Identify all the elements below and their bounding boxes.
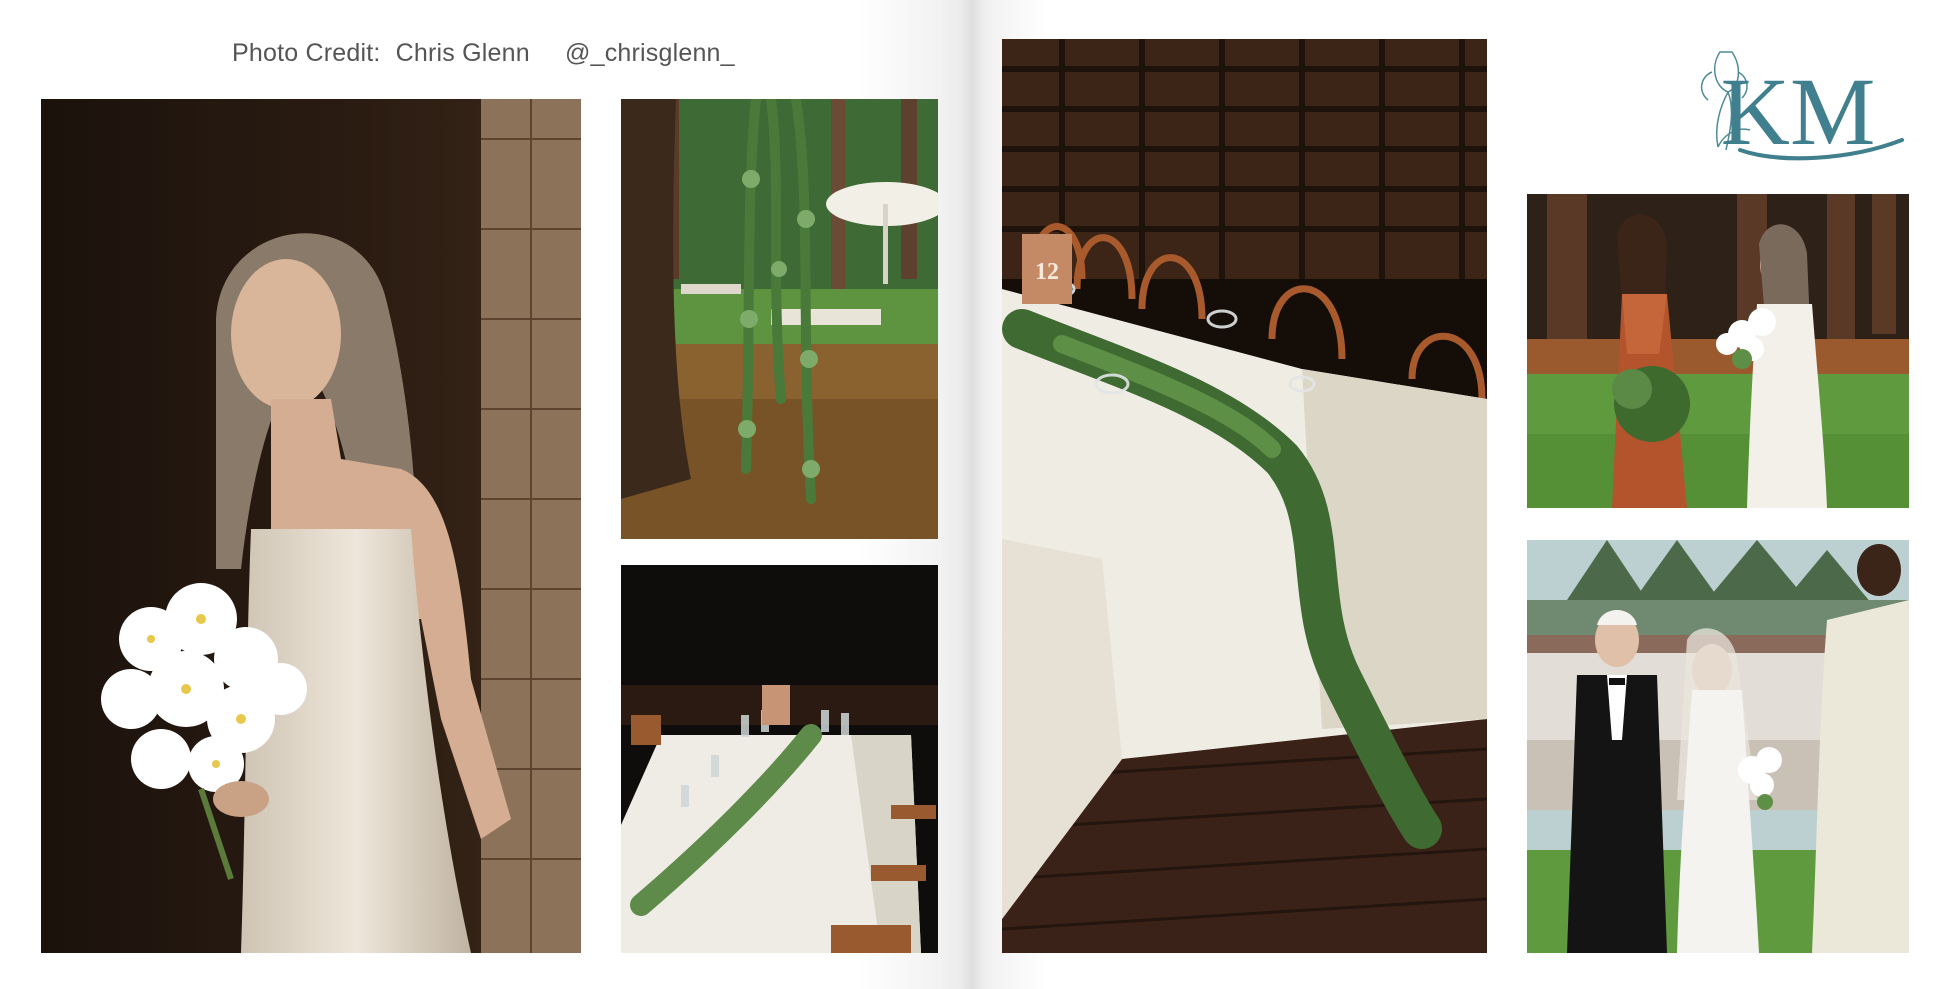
photo-processional bbox=[1527, 540, 1909, 953]
photographer-handle: @_chrisglenn_ bbox=[565, 39, 735, 67]
photo-long-table bbox=[621, 565, 938, 953]
photo-credit-label: Photo Credit: bbox=[232, 39, 381, 67]
photo-table-12: 12 bbox=[1002, 39, 1487, 953]
logo-monogram: KM bbox=[1721, 58, 1876, 164]
photo-hanging-greenery bbox=[621, 99, 938, 539]
photographer-name: Chris Glenn bbox=[395, 39, 530, 67]
photo-bride-bridesmaid bbox=[1527, 194, 1909, 508]
photo-credit: Photo Credit: Chris Glenn @_chrisglenn_ bbox=[232, 39, 743, 68]
photo-bride-portrait bbox=[41, 99, 581, 953]
book-spine bbox=[960, 0, 986, 989]
km-logo: KM bbox=[1690, 32, 1908, 165]
table-number-text: 12 bbox=[1035, 259, 1059, 285]
